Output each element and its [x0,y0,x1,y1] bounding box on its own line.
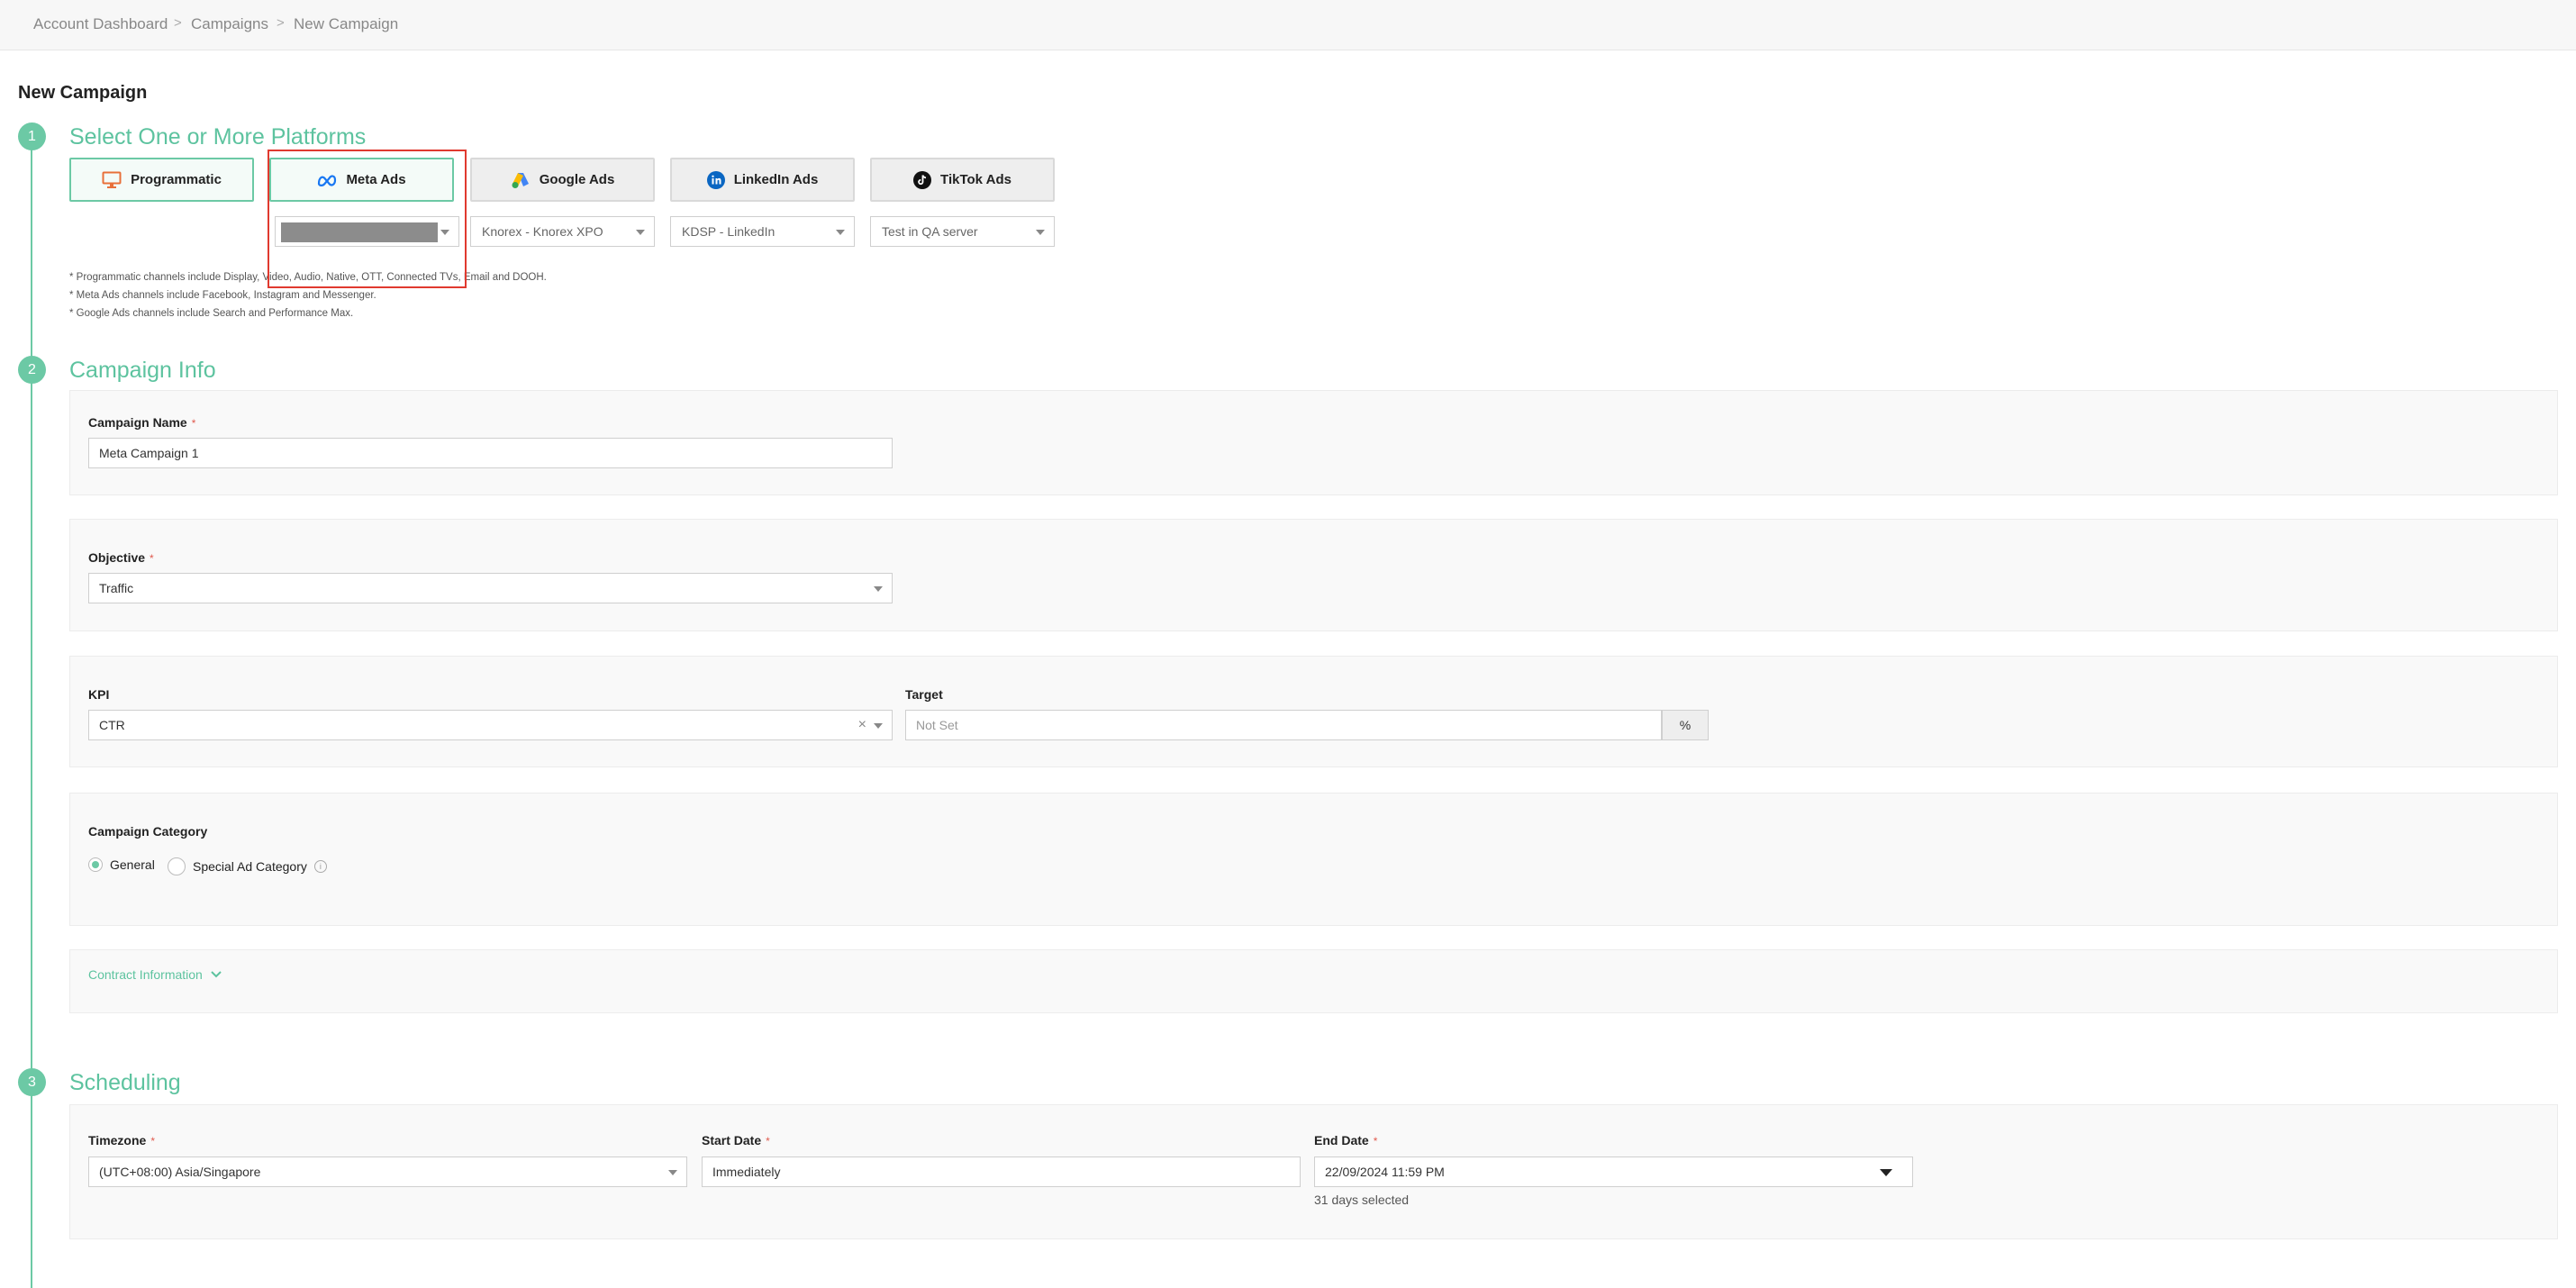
step-title-scheduling: Scheduling [69,1070,181,1095]
radio-label: General [110,857,155,872]
info-icon[interactable]: i [313,860,327,873]
platform-label: Programmatic [131,172,222,187]
objective-label: Objective * [88,550,154,565]
chevron-down-icon [874,586,883,592]
monitor-icon [102,171,122,189]
target-label: Target [905,687,943,702]
kpi-label: KPI [88,687,110,702]
campaign-name-input[interactable]: Meta Campaign 1 [88,438,893,468]
contract-info-toggle[interactable]: Contract Information [88,967,222,982]
radio-button[interactable] [168,857,186,875]
campaign-category-panel [69,793,2558,926]
breadcrumb-new-campaign: New Campaign [294,15,399,32]
platform-button-tiktok-ads[interactable]: TikTok Ads [870,158,1055,202]
target-unit-addon: % [1662,710,1709,740]
step-number-3: 3 [18,1068,46,1096]
steps-timeline [31,135,32,1288]
breadcrumb-separator: > [277,15,285,31]
platform-label: Google Ads [539,172,615,187]
breadcrumb-account-dashboard[interactable]: Account Dashboard [33,15,168,33]
radio-label: Special Ad Category [193,859,307,874]
platform-button-linkedin-ads[interactable]: LinkedIn Ads [670,158,855,202]
tiktok-icon [913,170,932,189]
platform-label: LinkedIn Ads [733,172,819,187]
platform-label: TikTok Ads [940,172,1011,187]
target-input[interactable]: Not Set [905,710,1662,740]
end-date-input[interactable]: 22/09/2024 11:59 PM [1314,1156,1913,1187]
timezone-value: (UTC+08:00) Asia/Singapore [99,1165,261,1179]
platform-button-google-ads[interactable]: Google Ads [470,158,655,202]
google-account-select[interactable]: Knorex - Knorex XPO [470,216,655,247]
campaign-name-value: Meta Campaign 1 [99,446,199,460]
clear-icon[interactable]: × [858,717,866,733]
chevron-down-icon [636,230,645,235]
contract-info-panel [69,949,2558,1013]
radio-general[interactable]: General [88,857,155,872]
radio-button-checked[interactable] [88,857,103,872]
page-title: New Campaign [18,83,148,103]
end-date-value: 22/09/2024 11:59 PM [1325,1165,1445,1179]
chevron-down-icon [1036,230,1045,235]
account-select-value: KDSP - LinkedIn [682,224,776,239]
kpi-select[interactable]: CTR × [88,710,893,740]
objective-select[interactable]: Traffic [88,573,893,603]
step-title-platforms: Select One or More Platforms [69,124,367,150]
chevron-down-icon [874,723,883,729]
step-number-1: 1 [18,122,46,150]
linkedin-icon [706,170,725,189]
target-unit: % [1679,718,1692,732]
chevron-down-icon [836,230,845,235]
objective-value: Traffic [99,581,134,595]
kpi-value: CTR [99,718,125,732]
account-select-value: Test in QA server [882,224,978,239]
platform-button-programmatic[interactable]: Programmatic [69,158,254,202]
start-date-label: Start Date * [702,1133,770,1147]
days-selected-text: 31 days selected [1314,1193,1410,1207]
start-date-input[interactable]: Immediately [702,1156,1301,1187]
platform-note: * Google Ads channels include Search and… [69,308,354,319]
linkedin-account-select[interactable]: KDSP - LinkedIn [670,216,855,247]
timezone-select[interactable]: (UTC+08:00) Asia/Singapore [88,1156,687,1187]
campaign-category-label: Campaign Category [88,824,208,839]
caret-down-icon[interactable] [1880,1169,1892,1176]
target-placeholder: Not Set [916,718,958,732]
breadcrumb-campaigns[interactable]: Campaigns [191,15,268,33]
account-select-value: Knorex - Knorex XPO [482,224,603,239]
tiktok-account-select[interactable]: Test in QA server [870,216,1055,247]
step-number-2: 2 [18,356,46,384]
contract-info-label: Contract Information [88,967,203,982]
step-title-campaign-info: Campaign Info [69,358,216,383]
platform-note: * Meta Ads channels include Facebook, In… [69,290,376,301]
start-date-value: Immediately [712,1165,781,1179]
breadcrumb-separator: > [174,15,182,31]
end-date-label: End Date * [1314,1133,1378,1147]
radio-special-ad-category[interactable]: Special Ad Category i [168,857,327,875]
campaign-name-label: Campaign Name * [88,415,196,430]
chevron-down-icon [211,971,222,978]
timezone-label: Timezone * [88,1133,155,1147]
chevron-down-icon [668,1170,677,1175]
highlight-box [268,150,467,288]
google-ads-icon [511,171,531,189]
